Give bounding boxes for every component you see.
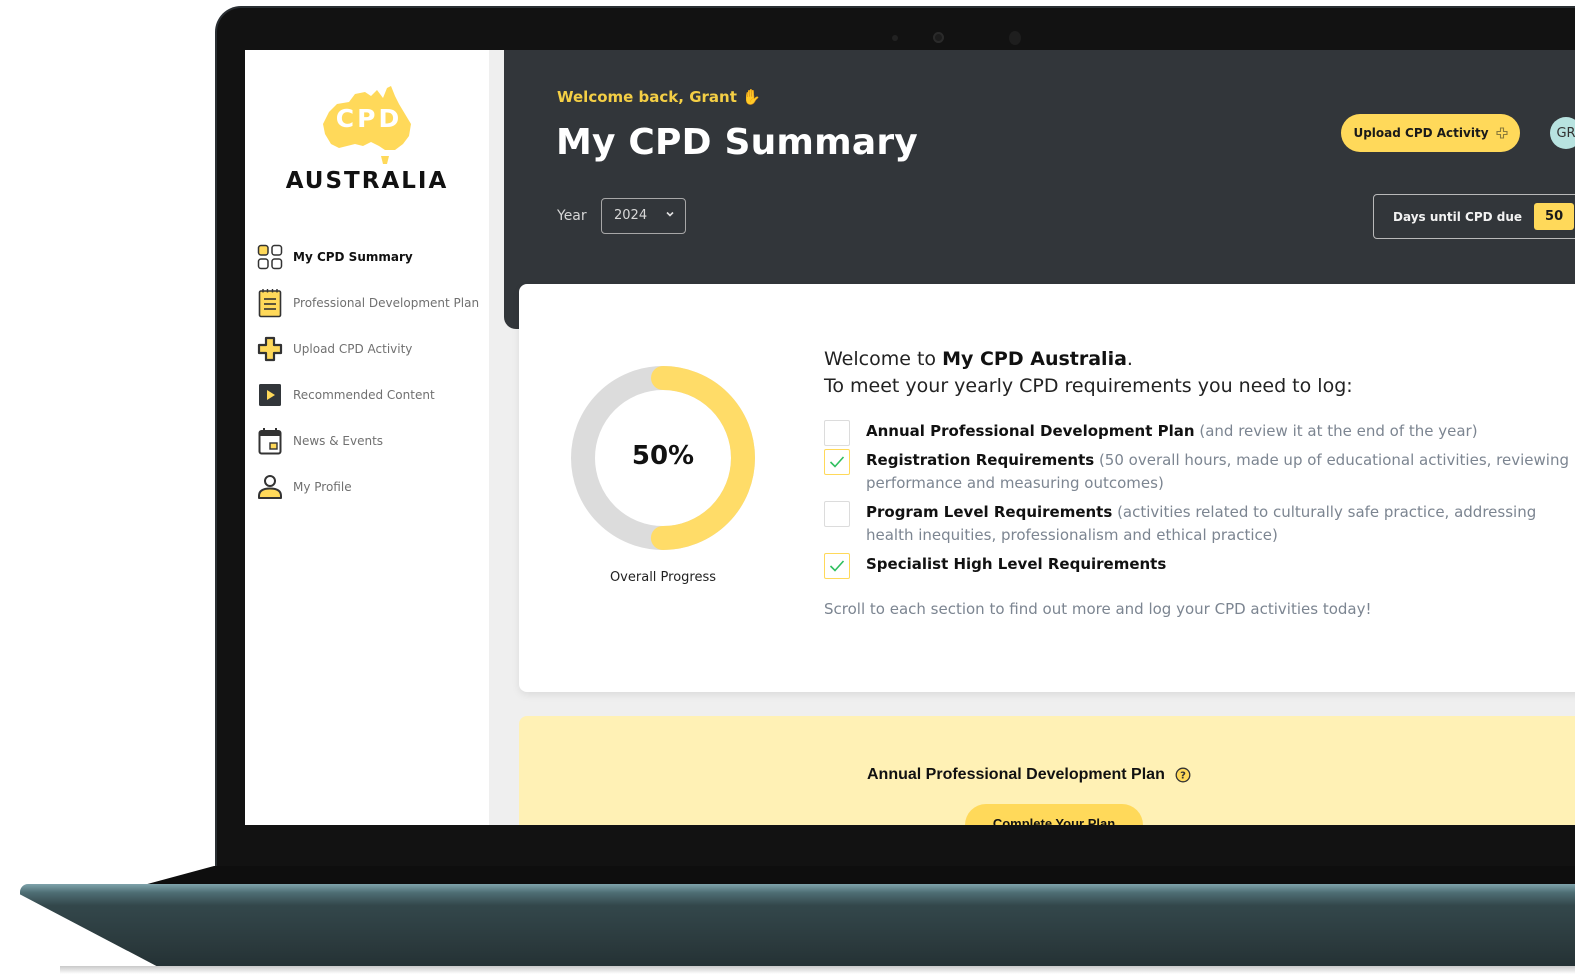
play-icon — [257, 381, 283, 409]
app-screen: CPD AUSTRALIA My CPD Summary Professiona… — [245, 50, 1575, 825]
cpd-australia-logo[interactable]: CPD AUSTRALIA — [279, 84, 455, 204]
sidebar-item-professional-development-plan[interactable]: Professional Development Plan — [257, 280, 489, 326]
sidebar-item-label: Recommended Content — [293, 388, 435, 402]
sidebar-item-my-cpd-summary[interactable]: My CPD Summary — [257, 234, 489, 280]
summary-card: 50% Overall Progress Welcome to My CPD A… — [519, 284, 1575, 692]
intro-prefix: Welcome to — [824, 348, 943, 370]
requirement-item: Program Level Requirements (activities r… — [824, 501, 1575, 547]
upload-cpd-activity-button[interactable]: Upload CPD Activity — [1341, 114, 1520, 152]
requirement-title: Program Level Requirements — [866, 503, 1113, 521]
days-until-due-label: Days until CPD due — [1393, 209, 1523, 224]
sidebar-item-my-profile[interactable]: My Profile — [257, 464, 489, 510]
requirement-item: Specialist High Level Requirements — [824, 553, 1575, 579]
sidebar-item-label: News & Events — [293, 434, 384, 448]
days-until-due-badge: Days until CPD due 50 — [1373, 194, 1575, 239]
sidebar-item-label: My CPD Summary — [293, 250, 413, 264]
checkmark-icon — [829, 456, 845, 468]
requirement-checkbox[interactable] — [824, 501, 850, 527]
laptop-hinge — [140, 866, 1575, 886]
sidebar-item-news-events[interactable]: News & Events — [257, 418, 489, 464]
year-select-value: 2024 — [614, 208, 648, 223]
light-sensor-icon — [1009, 31, 1021, 45]
laptop-shadow — [60, 966, 1575, 974]
intro-suffix: . — [1126, 348, 1133, 370]
intro-brand: My CPD Australia — [942, 348, 1127, 370]
annual-plan-title-text: Annual Professional Development Plan — [867, 766, 1165, 783]
requirement-description: (and review it at the end of the year) — [1199, 422, 1478, 440]
complete-your-plan-button[interactable]: Complete Your Plan — [965, 804, 1143, 825]
user-avatar[interactable]: GR — [1550, 117, 1575, 149]
requirement-checkbox[interactable] — [824, 449, 850, 475]
days-until-due-value: 50 — [1534, 203, 1575, 230]
sidebar: CPD AUSTRALIA My CPD Summary Professiona… — [245, 50, 489, 825]
requirement-checkbox[interactable] — [824, 420, 850, 446]
sidebar-item-label: Upload CPD Activity — [293, 342, 413, 356]
upload-button-label: Upload CPD Activity — [1353, 126, 1489, 140]
help-icon[interactable]: ? — [1175, 767, 1191, 783]
welcome-message: Welcome back, Grant ✋ — [557, 88, 761, 106]
logo-mark-text: CPD — [335, 104, 403, 133]
logo-name-text: AUSTRALIA — [285, 168, 449, 194]
webcam-icon — [933, 32, 944, 43]
requirements-list: Annual Professional Development Plan (an… — [824, 420, 1575, 582]
sidebar-item-upload-cpd-activity[interactable]: Upload CPD Activity — [257, 326, 489, 372]
sidebar-nav: My CPD Summary Professional Development … — [257, 234, 489, 510]
sidebar-item-recommended-content[interactable]: Recommended Content — [257, 372, 489, 418]
requirement-checkbox[interactable] — [824, 553, 850, 579]
scroll-note: Scroll to each section to find out more … — [824, 600, 1372, 618]
intro-text: Welcome to My CPD Australia. To meet you… — [824, 346, 1353, 400]
overall-progress-caption: Overall Progress — [609, 570, 717, 585]
plus-icon — [257, 335, 283, 363]
intro-line-1: Welcome to My CPD Australia. — [824, 346, 1353, 373]
requirement-title: Annual Professional Development Plan — [866, 422, 1195, 440]
chevron-down-icon — [666, 211, 674, 217]
requirement-item: Annual Professional Development Plan (an… — [824, 420, 1575, 446]
grid-icon — [257, 243, 283, 271]
requirement-title: Specialist High Level Requirements — [866, 555, 1167, 573]
page-title: My CPD Summary — [556, 122, 918, 163]
plus-icon — [1495, 127, 1508, 139]
intro-line-2: To meet your yearly CPD requirements you… — [824, 375, 1353, 397]
svg-text:?: ? — [1180, 771, 1186, 782]
requirement-item: Registration Requirements (50 overall ho… — [824, 449, 1575, 495]
overall-progress-value: 50% — [631, 441, 695, 471]
notepad-icon — [257, 289, 283, 318]
requirement-title: Registration Requirements — [866, 451, 1095, 469]
calendar-icon — [257, 427, 283, 455]
laptop-base — [20, 884, 1575, 970]
user-icon — [257, 473, 283, 501]
sidebar-item-label: Professional Development Plan — [293, 296, 480, 310]
sidebar-item-label: My Profile — [293, 480, 352, 494]
checkmark-icon — [829, 560, 845, 572]
annual-plan-section: Annual Professional Development Plan ? C… — [519, 716, 1575, 825]
year-select[interactable]: 2024 — [601, 198, 686, 234]
main-content: Welcome back, Grant ✋ My CPD Summary Yea… — [489, 50, 1575, 825]
year-label: Year — [557, 208, 587, 224]
sensor-icon — [892, 35, 898, 41]
annual-plan-title: Annual Professional Development Plan ? — [867, 766, 1191, 784]
